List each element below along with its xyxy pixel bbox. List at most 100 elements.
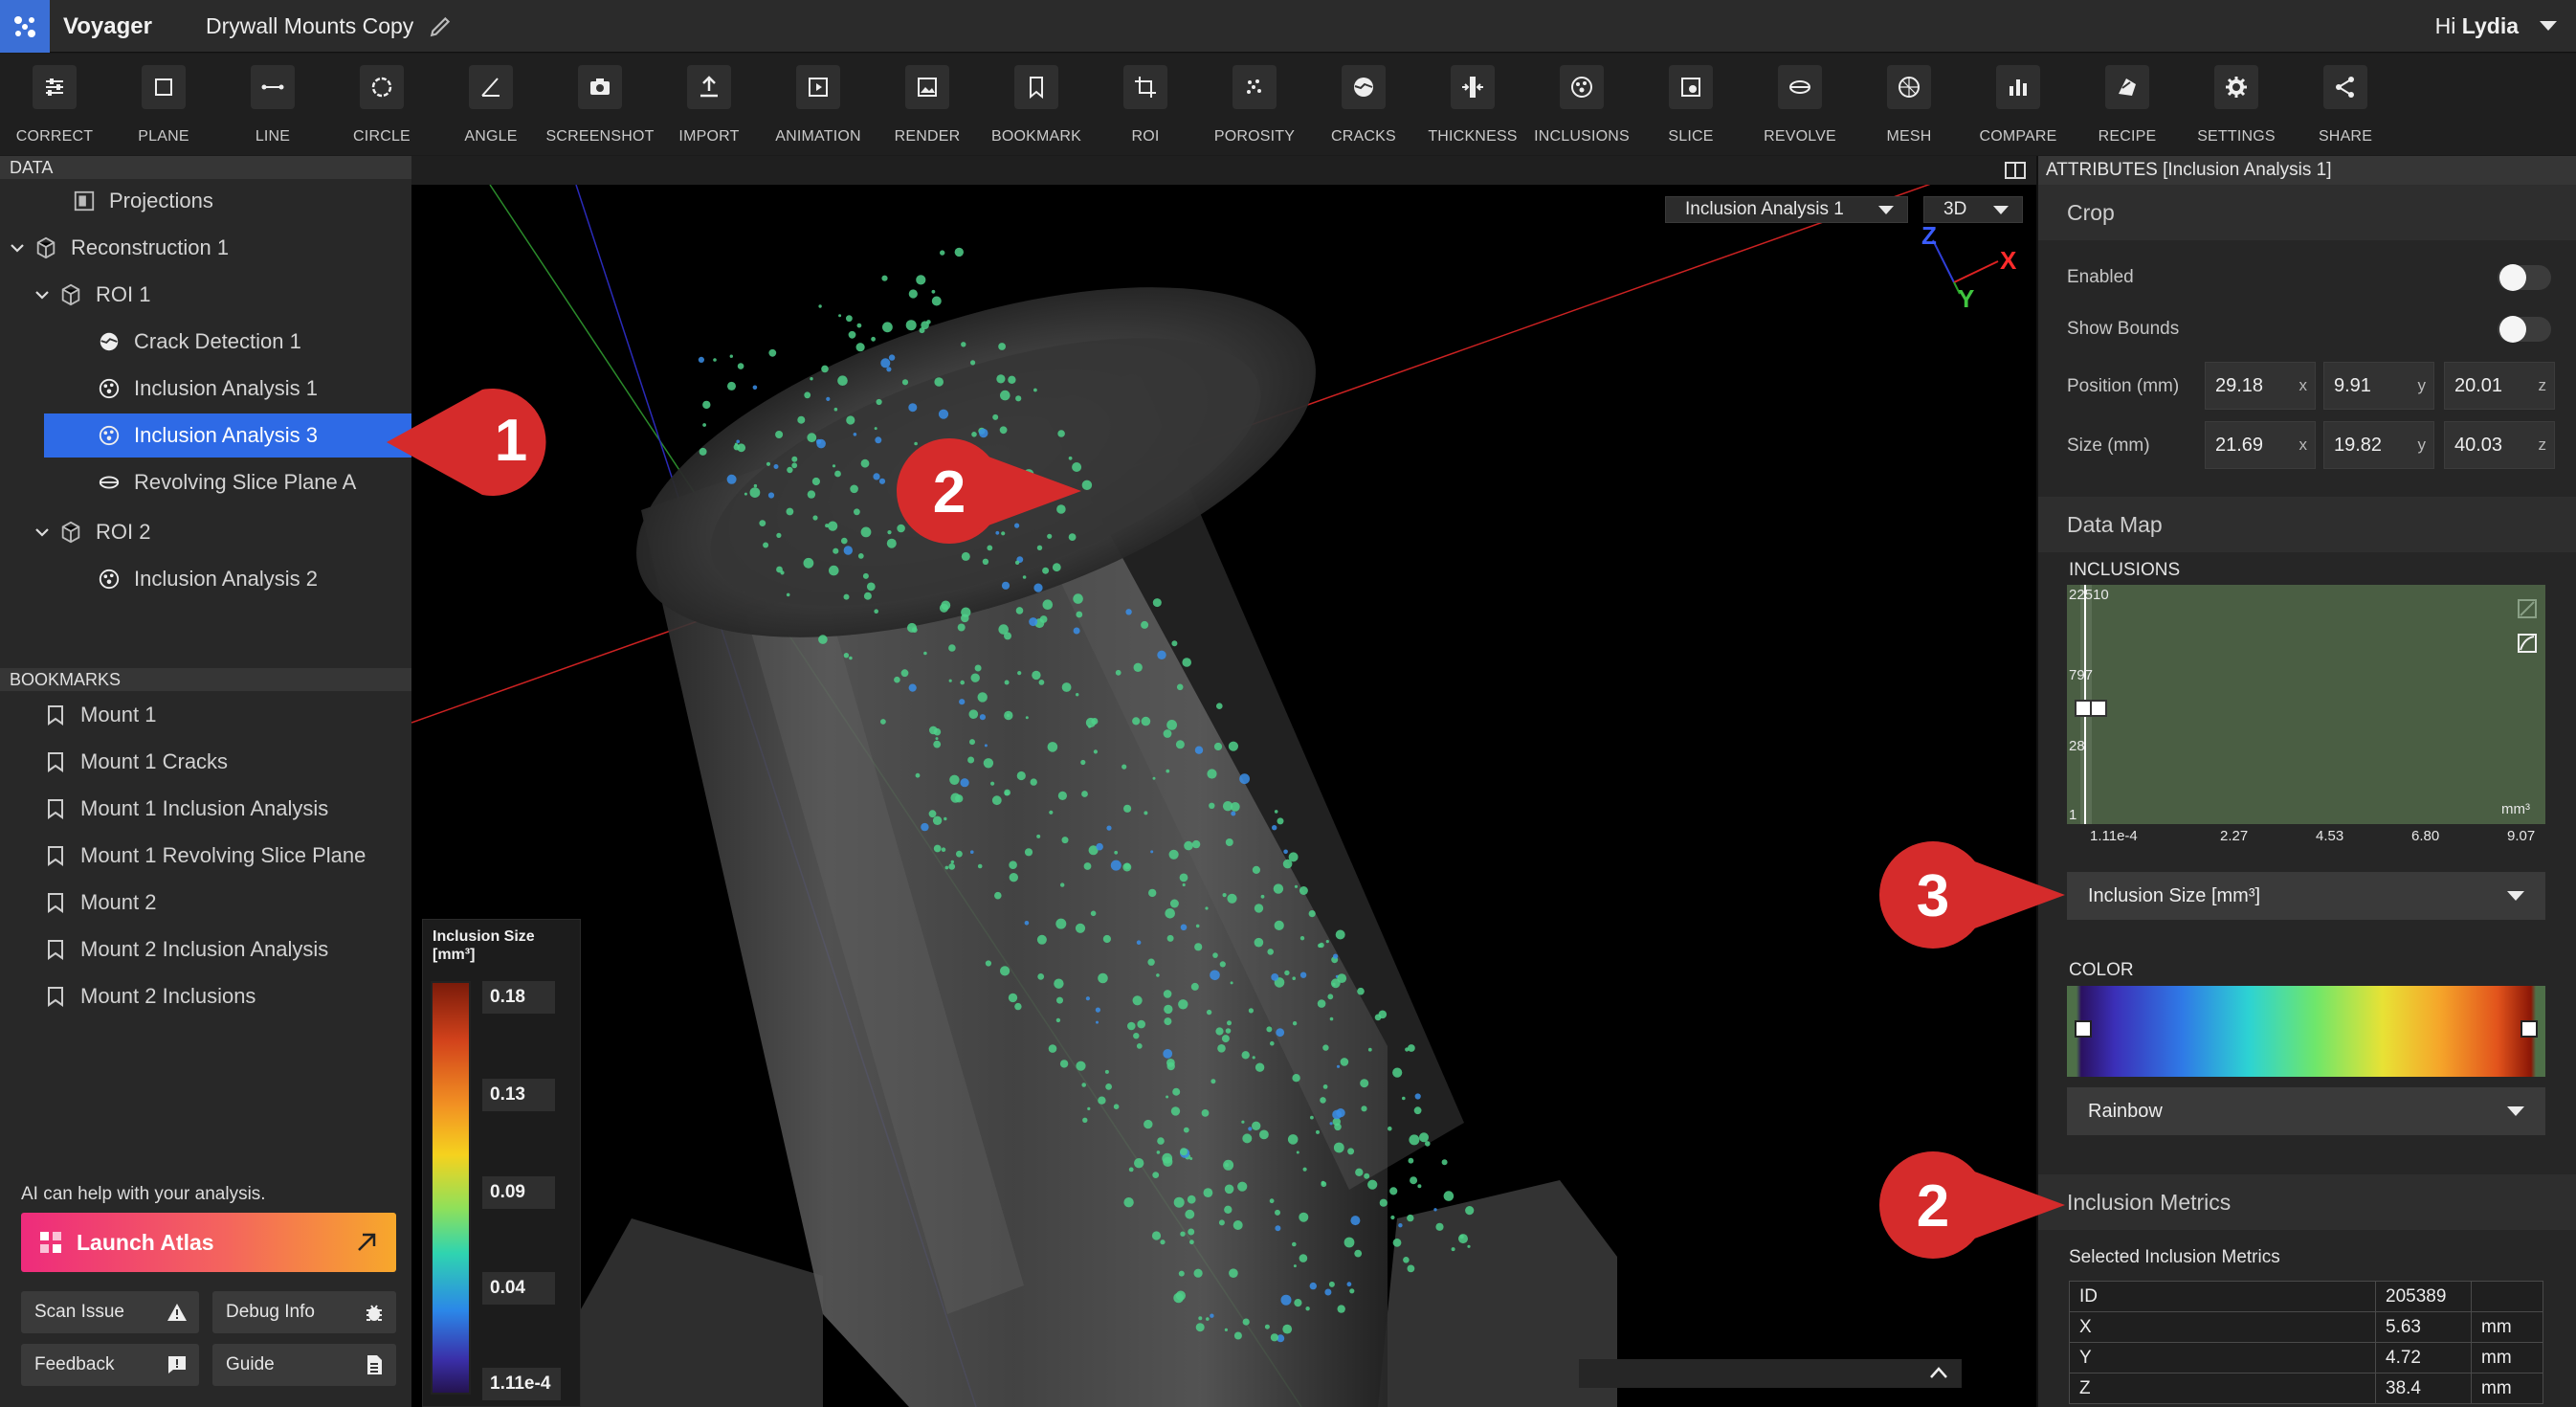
inclusion-particle[interactable] <box>1201 1109 1210 1117</box>
inclusion-particle[interactable] <box>933 740 942 748</box>
inclusion-particle[interactable] <box>1320 1097 1326 1104</box>
bookmark-item[interactable]: Mount 1 Inclusion Analysis <box>46 787 328 831</box>
inclusion-particle[interactable] <box>1283 849 1288 855</box>
inclusion-particle[interactable] <box>1036 934 1047 945</box>
inclusion-particle[interactable] <box>1163 1049 1173 1059</box>
inclusion-particle[interactable] <box>1337 1305 1345 1313</box>
inclusion-particle[interactable] <box>838 314 842 318</box>
inclusion-particle[interactable] <box>1076 693 1079 697</box>
inclusion-particle[interactable] <box>829 565 839 576</box>
inclusion-particle[interactable] <box>1163 990 1172 998</box>
tool-inclusions-button[interactable]: INCLUSIONS <box>1527 54 1636 155</box>
tree-item[interactable]: Inclusion Analysis 3 <box>44 413 411 458</box>
inclusion-particle[interactable] <box>1378 1010 1388 1019</box>
inclusion-particle[interactable] <box>1332 1109 1342 1120</box>
inclusion-particle[interactable] <box>1340 1058 1349 1066</box>
inclusion-particle[interactable] <box>1321 1180 1325 1185</box>
inclusion-particle[interactable] <box>1123 804 1132 813</box>
inclusion-particle[interactable] <box>826 396 831 401</box>
inclusion-particle[interactable] <box>768 348 777 357</box>
tool-share-button[interactable]: SHARE <box>2291 54 2400 155</box>
tool-porosity-button[interactable]: POROSITY <box>1200 54 1309 155</box>
tool-bookmark-button[interactable]: BOOKMARK <box>982 54 1091 155</box>
inclusion-particle[interactable] <box>1215 1027 1224 1036</box>
inclusion-particle[interactable] <box>921 822 929 832</box>
inclusion-particle[interactable] <box>860 458 870 468</box>
inclusion-particle[interactable] <box>941 847 946 852</box>
inclusion-particle[interactable] <box>1254 937 1264 948</box>
inclusion-particle[interactable] <box>1056 996 1063 1004</box>
inclusion-particle[interactable] <box>1190 982 1199 991</box>
inclusion-particle[interactable] <box>982 558 989 565</box>
bookmark-item[interactable]: Mount 2 <box>46 881 157 925</box>
inclusion-particle[interactable] <box>733 444 740 451</box>
inclusion-particle[interactable] <box>1414 1093 1421 1100</box>
inclusion-particle[interactable] <box>1275 1225 1281 1232</box>
inclusion-particle[interactable] <box>1185 1209 1195 1219</box>
inclusion-particle[interactable] <box>1081 1083 1086 1087</box>
bookmark-item[interactable]: Mount 1 Revolving Slice Plane <box>46 834 366 878</box>
inclusion-particle[interactable] <box>1093 749 1098 754</box>
bookmark-item[interactable]: Mount 2 Inclusions <box>46 974 255 1018</box>
inclusion-particle[interactable] <box>1039 615 1048 623</box>
inclusion-particle[interactable] <box>1389 1187 1398 1195</box>
inclusion-particle[interactable] <box>915 772 921 778</box>
tool-mesh-button[interactable]: MESH <box>1854 54 1964 155</box>
inclusion-particle[interactable] <box>1224 1184 1234 1195</box>
inclusion-particle[interactable] <box>1328 1281 1335 1287</box>
inclusion-particle[interactable] <box>1061 837 1069 844</box>
inclusion-particle[interactable] <box>763 542 769 548</box>
inclusion-particle[interactable] <box>1141 716 1151 726</box>
inclusion-particle[interactable] <box>1137 1019 1145 1029</box>
inclusion-particle[interactable] <box>1329 1016 1334 1021</box>
inclusion-particle[interactable] <box>1144 811 1148 815</box>
inclusion-particle[interactable] <box>862 572 869 579</box>
inclusion-particle[interactable] <box>1218 1219 1225 1226</box>
inclusion-particle[interactable] <box>907 622 917 633</box>
bookmark-item[interactable]: Mount 1 <box>46 693 157 737</box>
inclusion-particle[interactable] <box>991 795 1002 806</box>
inclusion-particle[interactable] <box>1349 1288 1355 1294</box>
inclusion-particle[interactable] <box>1441 1159 1448 1166</box>
inclusion-particle[interactable] <box>1098 1096 1106 1105</box>
inclusion-particle[interactable] <box>1009 860 1017 869</box>
inclusion-particle[interactable] <box>979 714 986 721</box>
inclusion-particle[interactable] <box>1360 1079 1369 1088</box>
inclusion-particle[interactable] <box>807 490 816 499</box>
inclusion-particle[interactable] <box>1216 703 1223 709</box>
inclusion-particle[interactable] <box>866 582 876 592</box>
inclusion-particle[interactable] <box>880 358 891 368</box>
inclusion-particle[interactable] <box>1024 848 1033 857</box>
inclusion-particle[interactable] <box>1110 860 1121 871</box>
inclusion-particle[interactable] <box>1255 1062 1265 1072</box>
inclusion-particle[interactable] <box>1157 650 1166 659</box>
inclusion-particle[interactable] <box>886 367 892 372</box>
inclusion-particle[interactable] <box>935 737 939 741</box>
inclusion-particle[interactable] <box>1133 1033 1140 1039</box>
inclusion-particle[interactable] <box>1152 776 1156 780</box>
inclusion-particle[interactable] <box>753 483 758 488</box>
inclusion-particle[interactable] <box>736 439 740 444</box>
position-y-input[interactable]: 9.91 y <box>2323 362 2434 410</box>
inclusion-particle[interactable] <box>1175 740 1185 749</box>
inclusion-particle[interactable] <box>1451 1247 1455 1252</box>
inclusion-particle[interactable] <box>1049 810 1054 815</box>
inclusion-particle[interactable] <box>1325 940 1329 944</box>
inclusion-particle[interactable] <box>1273 883 1284 894</box>
inclusion-particle[interactable] <box>791 456 798 462</box>
inclusion-particle[interactable] <box>1364 1172 1370 1179</box>
ct-volume-render[interactable] <box>411 185 2036 1407</box>
inclusion-particle[interactable] <box>1319 942 1324 949</box>
inclusion-particle[interactable] <box>1132 717 1141 726</box>
inclusion-particle[interactable] <box>1004 789 1010 796</box>
inclusion-particle[interactable] <box>1260 894 1265 899</box>
inclusion-particle[interactable] <box>1310 1115 1314 1120</box>
inclusion-particle[interactable] <box>908 683 917 692</box>
inclusion-particle[interactable] <box>766 461 771 466</box>
inclusion-particle[interactable] <box>948 863 956 870</box>
tree-item[interactable]: Crack Detection 1 <box>0 320 411 364</box>
inclusion-particle[interactable] <box>1354 1249 1363 1258</box>
inclusion-particle[interactable] <box>1419 1132 1429 1143</box>
inclusion-particle[interactable] <box>1292 1241 1297 1247</box>
inclusion-particle[interactable] <box>1350 1216 1361 1226</box>
